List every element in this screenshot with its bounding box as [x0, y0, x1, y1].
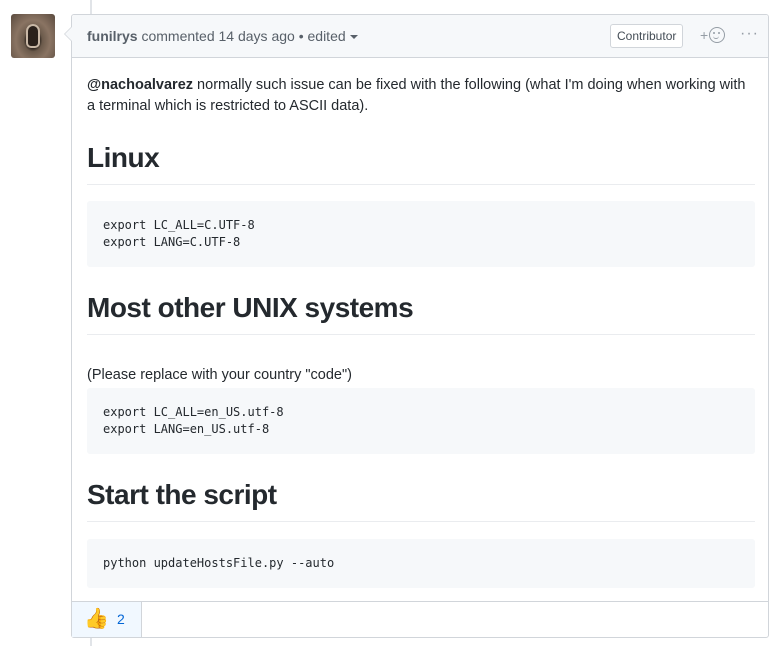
edited-label: edited	[307, 28, 346, 44]
author-link[interactable]: funilrys	[87, 28, 138, 44]
comment-action: commented	[141, 28, 215, 44]
plus-icon: +	[700, 27, 709, 43]
intro-paragraph: @nachoalvarez normally such issue can be…	[87, 75, 755, 117]
comment-box: funilrys commented 14 days ago • edited …	[64, 14, 769, 638]
reaction-count: 2	[117, 611, 125, 627]
thumbs-up-reaction-button[interactable]: 👍 2	[72, 602, 142, 637]
more-options-button[interactable]: ···	[740, 25, 759, 43]
smiley-icon	[709, 27, 726, 43]
code-block-linux: export LC_ALL=C.UTF-8 export LANG=C.UTF-…	[87, 201, 755, 267]
comment-time[interactable]: 14 days ago	[219, 28, 295, 44]
comment-header: funilrys commented 14 days ago • edited …	[72, 15, 768, 58]
chevron-down-icon	[349, 35, 358, 40]
separator-dot: •	[298, 28, 304, 44]
heading-linux: Linux	[87, 141, 755, 185]
code-block-script: python updateHostsFile.py --auto	[87, 539, 755, 588]
add-reaction-button[interactable]: +	[700, 27, 726, 43]
avatar[interactable]	[11, 14, 55, 58]
heading-unix: Most other UNIX systems	[87, 291, 755, 335]
reactions-bar: 👍 2	[72, 601, 768, 637]
contributor-badge: Contributor	[610, 24, 684, 48]
heading-start-script: Start the script	[87, 478, 755, 522]
edited-dropdown[interactable]: edited	[308, 28, 358, 44]
user-mention[interactable]: @nachoalvarez	[87, 77, 193, 93]
country-code-note: (Please replace with your country "code"…	[87, 367, 352, 383]
thumbs-up-icon: 👍	[84, 608, 109, 630]
code-block-unix: export LC_ALL=en_US.utf-8 export LANG=en…	[87, 388, 755, 454]
